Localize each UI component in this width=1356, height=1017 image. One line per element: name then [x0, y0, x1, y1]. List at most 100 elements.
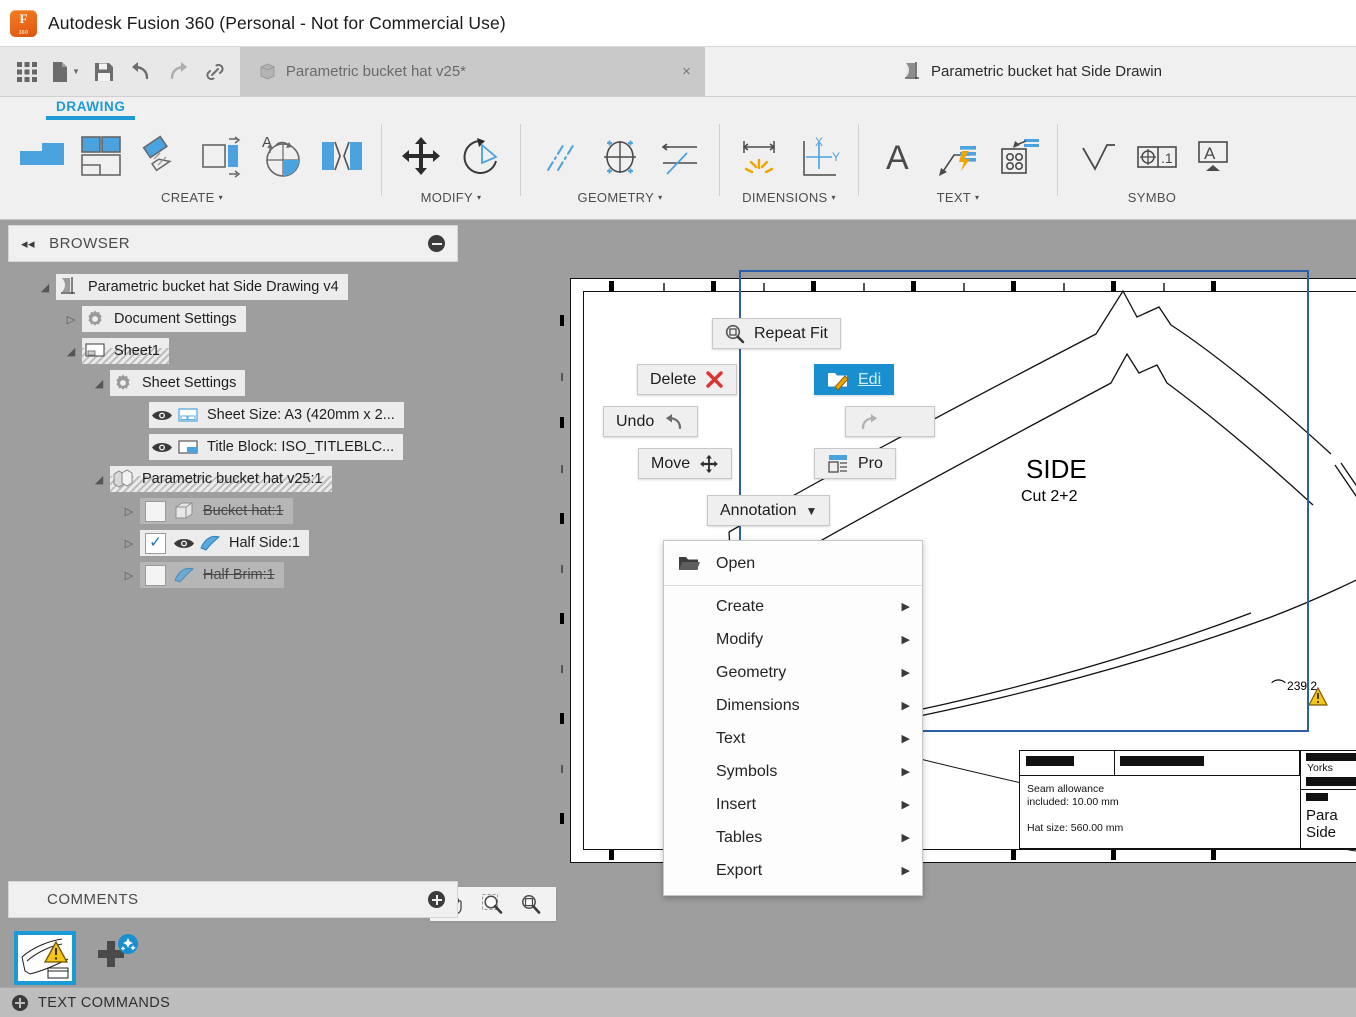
properties-button[interactable]: Pro — [814, 448, 896, 479]
text-commands-bar[interactable]: TEXT COMMANDS — [0, 987, 1356, 1017]
annotation-button[interactable]: Annotation ▼ — [707, 495, 830, 526]
context-menu-item-export[interactable]: Export ▶ — [664, 854, 922, 887]
comments-expand-icon[interactable] — [428, 891, 445, 908]
projected-view-icon[interactable] — [74, 128, 130, 186]
browser-tree: ◢ Parametric bucket hat Side Drawing v4 … — [8, 262, 458, 590]
tree-row-bucket-hat[interactable]: ▷ Bucket hat:1 — [8, 496, 458, 526]
repeat-fit-button[interactable]: Repeat Fit — [712, 318, 841, 349]
warning-triangle-icon[interactable] — [1308, 687, 1328, 706]
context-menu-item-symbols[interactable]: Symbols ▶ — [664, 755, 922, 788]
ordinate-dimension-icon[interactable]: X Y — [791, 128, 847, 186]
zoom-fit-button[interactable] — [514, 889, 548, 919]
base-view-icon[interactable] — [14, 128, 70, 186]
add-document-button[interactable] — [92, 933, 142, 983]
visibility-eye-icon[interactable] — [171, 536, 197, 551]
context-menu-item-label: Tables — [706, 829, 762, 847]
rotate-view-icon[interactable] — [453, 128, 509, 186]
submenu-arrow-icon: ▶ — [902, 831, 910, 844]
twist-closed-icon[interactable]: ▷ — [60, 313, 82, 326]
tab-parametric-bucket-hat-side-drawing[interactable]: Parametric bucket hat Side Drawin — [705, 47, 1356, 96]
ribbon-tab-drawing[interactable]: DRAWING — [46, 97, 135, 118]
break-view-icon[interactable] — [314, 128, 370, 186]
twist-closed-icon[interactable]: ▷ — [118, 505, 140, 518]
panel-label-create[interactable]: CREATE ▾ — [161, 190, 223, 205]
panel-label-modify[interactable]: MODIFY ▾ — [421, 190, 482, 205]
submenu-arrow-icon: ▶ — [902, 600, 910, 613]
text-commands-expand-icon[interactable] — [12, 995, 28, 1011]
tree-row-sheet1[interactable]: ◢ Sheet1 — [8, 336, 458, 366]
centerline-icon[interactable] — [532, 128, 588, 186]
context-menu-item-modify[interactable]: Modify ▶ — [664, 623, 922, 656]
visibility-eye-icon[interactable] — [149, 440, 175, 455]
twist-open-icon[interactable]: ◢ — [88, 377, 110, 390]
visibility-checkbox[interactable] — [145, 565, 166, 586]
detail-view-icon[interactable]: A — [254, 128, 310, 186]
context-menu-item-open[interactable]: Open — [664, 547, 922, 580]
visibility-checkbox[interactable]: ✓ — [145, 533, 166, 554]
undo-button[interactable]: Undo — [603, 406, 698, 437]
tab-parametric-bucket-hat[interactable]: Parametric bucket hat v25* × — [240, 47, 705, 96]
context-menu-item-create[interactable]: Create ▶ — [664, 590, 922, 623]
tree-row-drawing[interactable]: ◢ Parametric bucket hat Side Drawing v4 — [8, 272, 458, 302]
move-view-icon[interactable] — [393, 128, 449, 186]
checkmark-icon: ✓ — [149, 535, 162, 550]
app-grid-icon[interactable] — [10, 55, 44, 89]
dimension-icon[interactable] — [731, 128, 787, 186]
auxiliary-view-icon[interactable] — [134, 128, 190, 186]
redo-button[interactable] — [845, 406, 935, 437]
text-icon[interactable]: A — [870, 128, 926, 186]
context-menu-item-text[interactable]: Text ▶ — [664, 722, 922, 755]
feature-control-frame-icon[interactable]: .1 — [1129, 128, 1185, 186]
edit-button[interactable]: Edi — [814, 364, 894, 395]
title-block[interactable]: Seam allowance included: 10.00 mm Hat si… — [1019, 750, 1356, 849]
panel-label-text[interactable]: TEXT ▾ — [937, 190, 980, 205]
red-x-icon — [705, 370, 724, 389]
new-file-icon[interactable] — [47, 55, 73, 89]
context-menu-item-tables[interactable]: Tables ▶ — [664, 821, 922, 854]
tree-row-sheet-size[interactable]: Sheet Size: A3 (420mm x 2... — [8, 400, 458, 430]
twist-closed-icon[interactable]: ▷ — [118, 569, 140, 582]
zoom-fit-icon — [519, 893, 543, 915]
zoom-window-button[interactable] — [476, 889, 510, 919]
twist-open-icon[interactable]: ◢ — [60, 345, 82, 358]
file-dropdown-caret-icon[interactable]: ▼ — [72, 55, 84, 89]
drawing-thumbnail[interactable] — [14, 931, 76, 985]
collapse-panel-icon[interactable]: ◂◂ — [21, 236, 35, 252]
panel-label-symbols[interactable]: SYMBO — [1128, 190, 1176, 205]
datum-identifier-icon[interactable]: A — [1189, 128, 1235, 186]
surface-texture-icon[interactable] — [1069, 128, 1125, 186]
balloon-icon[interactable] — [990, 128, 1046, 186]
delete-button[interactable]: Delete — [637, 364, 737, 395]
section-view-icon[interactable] — [194, 128, 250, 186]
twist-closed-icon[interactable]: ▷ — [118, 537, 140, 550]
context-menu-item-insert[interactable]: Insert ▶ — [664, 788, 922, 821]
tree-row-sheet-settings[interactable]: ◢ Sheet Settings — [8, 368, 458, 398]
tree-row-component[interactable]: ◢ Parametric bucket hat v25:1 — [8, 464, 458, 494]
surface-icon — [171, 562, 197, 588]
tree-row-document-settings[interactable]: ▷ Document Settings — [8, 304, 458, 334]
move-button[interactable]: Move — [638, 448, 732, 479]
tree-row-half-side[interactable]: ▷ ✓ Half Side:1 — [8, 528, 458, 558]
tree-row-label: Half Brim:1 — [197, 567, 275, 583]
context-menu[interactable]: Open Create ▶ Modify ▶ Geometry ▶ Dimens… — [663, 540, 923, 896]
twist-open-icon[interactable]: ◢ — [88, 473, 110, 486]
center-mark-icon[interactable] — [592, 128, 648, 186]
link-icon[interactable] — [198, 55, 232, 89]
tab-close-icon[interactable]: × — [652, 63, 691, 80]
visibility-eye-icon[interactable] — [149, 408, 175, 423]
tree-row-title-block[interactable]: Title Block: ISO_TITLEBLC... — [8, 432, 458, 462]
edge-extension-icon[interactable] — [652, 128, 708, 186]
undo-icon[interactable] — [124, 55, 158, 89]
context-menu-item-dimensions[interactable]: Dimensions ▶ — [664, 689, 922, 722]
comments-header[interactable]: COMMENTS — [8, 881, 458, 918]
browser-minimize-icon[interactable] — [428, 235, 445, 252]
twist-open-icon[interactable]: ◢ — [34, 281, 56, 294]
save-icon[interactable] — [87, 55, 121, 89]
tree-row-half-brim[interactable]: ▷ Half Brim:1 — [8, 560, 458, 590]
leader-text-icon[interactable] — [930, 128, 986, 186]
redo-icon[interactable] — [161, 55, 195, 89]
panel-label-dimensions[interactable]: DIMENSIONS ▾ — [742, 190, 836, 205]
context-menu-item-geometry[interactable]: Geometry ▶ — [664, 656, 922, 689]
visibility-checkbox[interactable] — [145, 501, 166, 522]
panel-label-geometry[interactable]: GEOMETRY ▾ — [578, 190, 663, 205]
